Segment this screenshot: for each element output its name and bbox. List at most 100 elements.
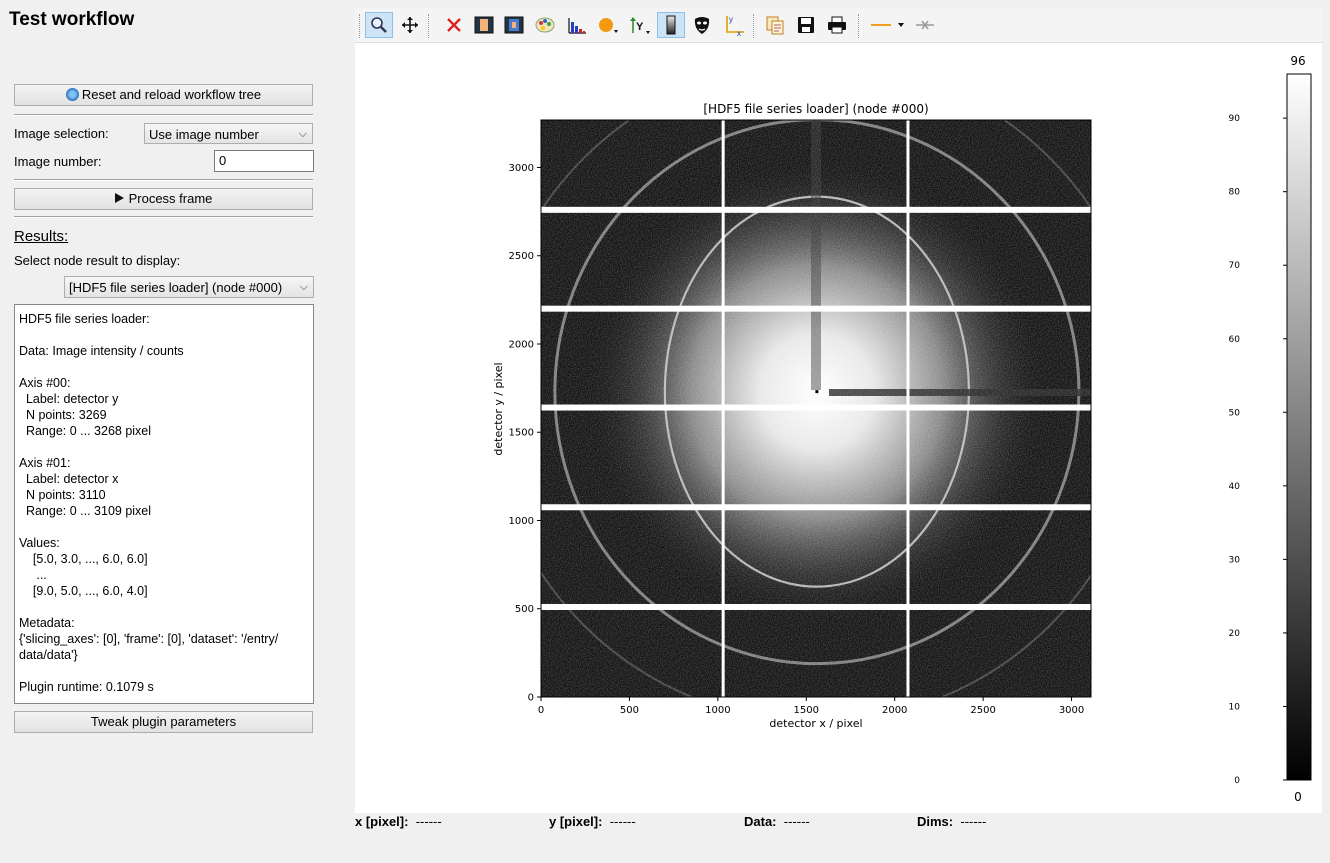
node-result-value: [HDF5 file series loader] (node #000) [69,280,283,295]
y-tick-label: 0 [528,693,534,704]
y-tick-label: 2500 [509,251,534,262]
axes-origin-icon[interactable]: yx [720,12,748,38]
detector-gap-horizontal [541,603,1091,610]
toolbar-separator [753,14,755,38]
y-tick-label: 500 [515,604,534,615]
detector-gap-horizontal [541,504,1091,511]
toolbar-grip [359,14,361,38]
reset-reload-button[interactable]: Reset and reload workflow tree [14,84,313,106]
line-style-icon[interactable] [869,12,909,38]
chevron-down-icon: ⌵ [298,128,307,140]
toolbar-separator [858,14,860,38]
node-result-dropdown[interactable]: [HDF5 file series loader] (node #000) ⌵ [64,276,314,298]
y-tick-label: 3000 [509,163,534,174]
crop-icon[interactable] [470,12,498,38]
x-tick-label: 3000 [1059,705,1084,716]
status-x-label: x [pixel]: [355,814,409,829]
colorbar-tick-label: 50 [1229,408,1241,418]
status-data-label: Data: [744,814,777,829]
plot-toolbar: Y yx [355,8,1322,43]
x-tick-label: 1000 [705,705,730,716]
pan-icon[interactable] [396,12,424,38]
mask-icon[interactable] [688,12,716,38]
status-data: Data: ------ [744,814,810,829]
reset-zoom-icon[interactable] [440,12,468,38]
x-tick-label: 1500 [794,705,819,716]
x-tick-label: 500 [620,705,639,716]
x-tick-label: 2000 [882,705,907,716]
colorbar-tick-label: 70 [1229,261,1241,271]
image-number-input[interactable]: 0 [214,150,314,172]
colorbar[interactable] [1286,73,1312,781]
status-y-label: y [pixel]: [549,814,603,829]
beam-center-marker [815,390,819,394]
tweak-parameters-button[interactable]: Tweak plugin parameters [14,711,313,733]
colorbar-tick-label: 40 [1229,482,1241,492]
y-axis-icon[interactable]: Y [625,12,653,38]
info-line [19,519,309,535]
svg-text:Y: Y [636,21,644,33]
status-dims-value: ------ [960,814,987,829]
detector-gap-horizontal [541,206,1091,213]
svg-text:x: x [737,29,741,36]
info-line [19,599,309,615]
colorbar-min-label: 0 [1294,790,1302,804]
x-tick-label: 2500 [970,705,995,716]
colorbar-tick-label: 80 [1229,188,1241,198]
clear-icon[interactable] [911,12,939,38]
plot-area[interactable]: [HDF5 file series loader] (node #000) 0 5… [355,43,1322,813]
colorbar-tick-label: 10 [1229,702,1241,712]
select-node-label: Select node result to display: [14,253,181,268]
crop-center-icon[interactable] [500,12,528,38]
image-selection-label: Image selection: [14,126,109,141]
result-info-text[interactable]: HDF5 file series loader: Data: Image int… [14,304,314,704]
play-icon [114,193,124,203]
info-line: Metadata: [19,616,75,630]
colorbar-axis: 0 10 20 30 40 50 60 70 80 90 [1229,114,1287,786]
info-line: HDF5 file series loader: [19,312,150,326]
x-tick-label: 0 [538,705,544,716]
process-frame-label: Process frame [128,191,213,206]
results-heading: Results: [14,228,69,245]
colorbar-tick-label: 0 [1234,776,1240,786]
info-line [19,359,309,375]
chevron-down-icon: ⌵ [299,281,308,293]
info-line: ... [19,568,47,582]
status-dims: Dims: ------ [917,814,986,829]
status-y: y [pixel]: ------ [549,814,636,829]
histogram-icon[interactable] [563,12,591,38]
divider [14,179,313,181]
divider [14,216,313,218]
plot-svg: [HDF5 file series loader] (node #000) 0 5… [492,54,1312,804]
colorbar-tick-label: 30 [1229,555,1241,565]
info-line: Axis #00: [19,376,71,390]
process-frame-button[interactable]: Process frame [14,188,313,210]
x-axis: 0 500 1000 1500 2000 2500 3000 [538,697,1084,716]
zoom-icon[interactable] [365,12,393,38]
marker-color-icon[interactable] [594,12,622,38]
image-selection-dropdown[interactable]: Use image number ⌵ [144,123,313,144]
info-line: Range: 0 ... 3268 pixel [19,424,152,438]
colormap-icon[interactable] [531,12,559,38]
y-axis-label: detector y / pixel [492,362,505,455]
info-line [19,327,309,343]
colorbar-max-label: 96 [1290,54,1305,68]
save-icon[interactable] [792,12,820,38]
divider [14,114,313,116]
colorbar-toggle-icon[interactable] [657,12,685,38]
info-line [19,439,309,455]
colorbar-tick-label: 60 [1229,335,1241,345]
info-line: {'slicing_axes': [0], 'frame': [0], 'dat… [19,632,279,646]
status-x: x [pixel]: ------ [355,814,442,829]
x-axis-label: detector x / pixel [769,717,862,730]
print-icon[interactable] [823,12,851,38]
status-dims-label: Dims: [917,814,954,829]
y-tick-label: 1500 [509,428,534,439]
info-line: data/data'} [19,648,78,662]
reset-reload-label: Reset and reload workflow tree [81,87,262,102]
image-number-label: Image number: [14,154,102,169]
copy-icon[interactable] [761,12,789,38]
svg-text:y: y [729,15,733,24]
image-selection-value: Use image number [149,127,259,142]
detector-gap-horizontal [541,305,1091,312]
